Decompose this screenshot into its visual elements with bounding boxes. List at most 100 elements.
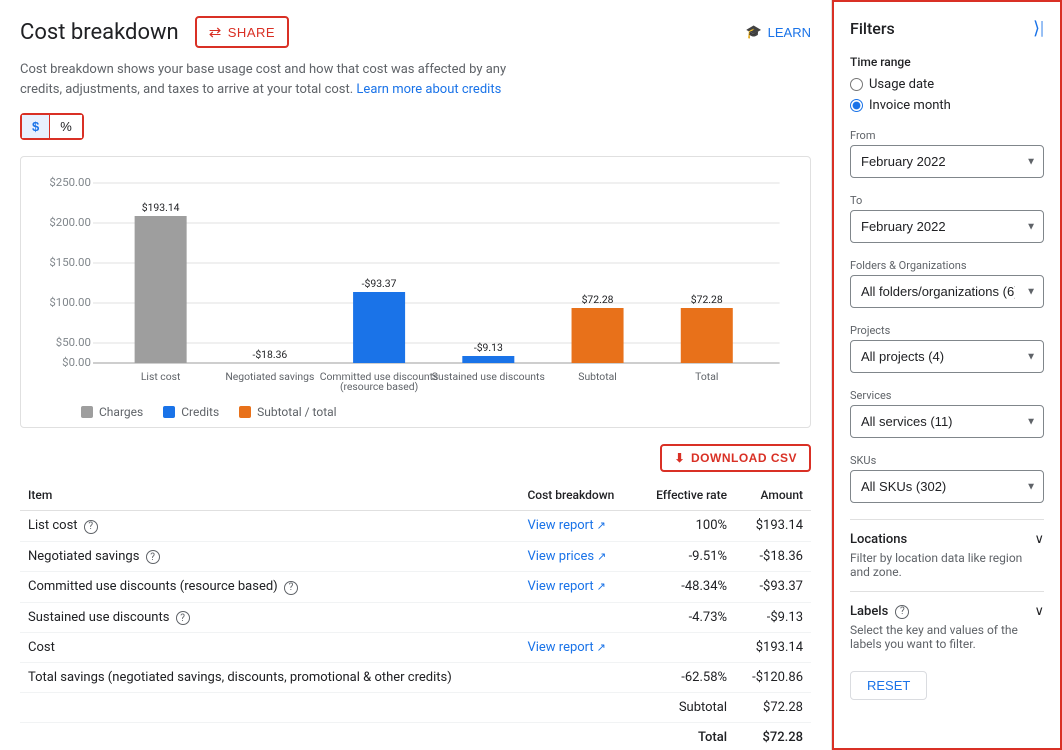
svg-text:$200.00: $200.00 <box>49 216 91 229</box>
view-report-link[interactable]: View report ↗ <box>527 518 628 533</box>
to-label: To <box>850 194 1044 207</box>
row-item: List cost ? <box>20 511 519 542</box>
labels-header[interactable]: Labels ? ∨ <box>850 604 1044 619</box>
projects-dropdown[interactable]: All projects (4) <box>850 340 1044 373</box>
learn-button[interactable]: 🎓 LEARN <box>745 24 811 40</box>
folders-label: Folders & Organizations <box>850 259 1044 272</box>
legend-subtotal-dot <box>239 406 251 418</box>
row-amount: $193.14 <box>735 633 811 663</box>
bar-list-cost <box>135 216 187 363</box>
total-label: Total <box>636 723 735 750</box>
share-icon: ⇄ <box>209 23 222 41</box>
skus-dropdown[interactable]: All SKUs (302) <box>850 470 1044 503</box>
row-breakdown <box>519 602 636 633</box>
time-range-label: Time range <box>850 55 1044 69</box>
view-prices-link[interactable]: View prices ↗ <box>527 549 628 564</box>
description: Cost breakdown shows your base usage cos… <box>20 60 520 99</box>
table-row: Sustained use discounts ? -4.73% -$9.13 <box>20 602 811 633</box>
learn-label: LEARN <box>768 25 811 40</box>
from-section: From February 2022 <box>850 129 1044 178</box>
labels-section: Labels ? ∨ Select the key and values of … <box>850 591 1044 651</box>
total-row: Total $72.28 <box>20 723 811 750</box>
usage-date-option[interactable]: Usage date <box>850 77 1044 92</box>
subtotal-amount: $72.28 <box>735 693 811 723</box>
main-content: Cost breakdown ⇄ SHARE 🎓 LEARN Cost brea… <box>0 0 832 750</box>
external-link-icon: ↗ <box>597 580 606 593</box>
learn-more-link[interactable]: Learn more about credits <box>356 82 501 97</box>
labels-help-icon[interactable]: ? <box>895 605 909 619</box>
help-icon[interactable]: ? <box>176 611 190 625</box>
svg-text:Subtotal: Subtotal <box>578 372 617 383</box>
filters-header: Filters ⟩| <box>850 18 1044 39</box>
invoice-month-option[interactable]: Invoice month <box>850 98 1044 113</box>
table-row: Total savings (negotiated savings, disco… <box>20 663 811 693</box>
row-rate <box>636 633 735 663</box>
row-breakdown: View report ↗ <box>519 633 636 663</box>
svg-text:List cost: List cost <box>141 372 181 383</box>
legend-subtotal: Subtotal / total <box>239 405 336 419</box>
svg-text:$193.14: $193.14 <box>142 201 180 214</box>
locations-header[interactable]: Locations ∨ <box>850 532 1044 547</box>
external-link-icon: ↗ <box>597 641 606 654</box>
subtotal-row: Subtotal $72.28 <box>20 693 811 723</box>
svg-text:Negotiated savings: Negotiated savings <box>225 372 314 383</box>
chart-legend: Charges Credits Subtotal / total <box>41 405 790 419</box>
row-breakdown: View report ↗ <box>519 511 636 542</box>
table-row: Negotiated savings ? View prices ↗ -9.51… <box>20 541 811 572</box>
row-amount: -$18.36 <box>735 541 811 572</box>
legend-charges: Charges <box>81 405 143 419</box>
help-icon[interactable]: ? <box>284 581 298 595</box>
col-amount: Amount <box>735 480 811 511</box>
help-icon[interactable]: ? <box>84 520 98 534</box>
row-amount: -$93.37 <box>735 572 811 603</box>
invoice-month-radio[interactable] <box>850 99 863 112</box>
svg-text:$100.00: $100.00 <box>49 296 91 309</box>
labels-desc: Select the key and values of the labels … <box>850 623 1044 651</box>
row-breakdown: View prices ↗ <box>519 541 636 572</box>
row-amount: -$120.86 <box>735 663 811 693</box>
view-report-link-3[interactable]: View report ↗ <box>527 640 628 655</box>
download-icon: ⬇ <box>674 451 685 465</box>
skus-section: SKUs All SKUs (302) <box>850 454 1044 503</box>
row-item: Total savings (negotiated savings, disco… <box>20 663 519 693</box>
skus-label: SKUs <box>850 454 1044 467</box>
from-dropdown-wrap: February 2022 <box>850 145 1044 178</box>
row-rate: 100% <box>636 511 735 542</box>
bar-committed <box>353 292 405 363</box>
to-dropdown[interactable]: February 2022 <box>850 210 1044 243</box>
cost-table: Item Cost breakdown Effective rate Amoun… <box>20 480 811 750</box>
view-report-link-2[interactable]: View report ↗ <box>527 579 628 594</box>
percent-toggle[interactable]: % <box>50 115 82 138</box>
row-rate: -4.73% <box>636 602 735 633</box>
services-dropdown[interactable]: All services (11) <box>850 405 1044 438</box>
collapse-panel-icon[interactable]: ⟩| <box>1033 18 1044 39</box>
bar-sustained <box>462 356 514 363</box>
cost-chart: $250.00 $200.00 $150.00 $100.00 $50.00 $… <box>41 173 790 393</box>
share-button[interactable]: ⇄ SHARE <box>195 16 289 48</box>
row-breakdown <box>519 663 636 693</box>
projects-section: Projects All projects (4) <box>850 324 1044 373</box>
services-label: Services <box>850 389 1044 402</box>
services-dropdown-wrap: All services (11) <box>850 405 1044 438</box>
dollar-toggle[interactable]: $ <box>22 115 50 138</box>
download-csv-button[interactable]: ⬇ DOWNLOAD CSV <box>660 444 811 472</box>
row-item <box>20 723 636 750</box>
svg-text:Total: Total <box>695 372 718 383</box>
locations-desc: Filter by location data like region and … <box>850 551 1044 579</box>
download-label: DOWNLOAD CSV <box>691 451 797 465</box>
folders-dropdown[interactable]: All folders/organizations (6) <box>850 275 1044 308</box>
legend-credits-dot <box>163 406 175 418</box>
help-icon[interactable]: ? <box>146 550 160 564</box>
row-breakdown: View report ↗ <box>519 572 636 603</box>
table-row: Cost View report ↗ $193.14 <box>20 633 811 663</box>
svg-text:$72.28: $72.28 <box>582 293 614 306</box>
row-item: Cost <box>20 633 519 663</box>
from-dropdown[interactable]: February 2022 <box>850 145 1044 178</box>
bar-subtotal <box>572 308 624 363</box>
table-header-row: Item Cost breakdown Effective rate Amoun… <box>20 480 811 511</box>
learn-icon: 🎓 <box>745 24 761 40</box>
table-row: List cost ? View report ↗ 100% $193.14 <box>20 511 811 542</box>
usage-date-radio[interactable] <box>850 78 863 91</box>
page-header: Cost breakdown ⇄ SHARE 🎓 LEARN <box>20 16 811 48</box>
reset-button[interactable]: RESET <box>850 671 927 700</box>
